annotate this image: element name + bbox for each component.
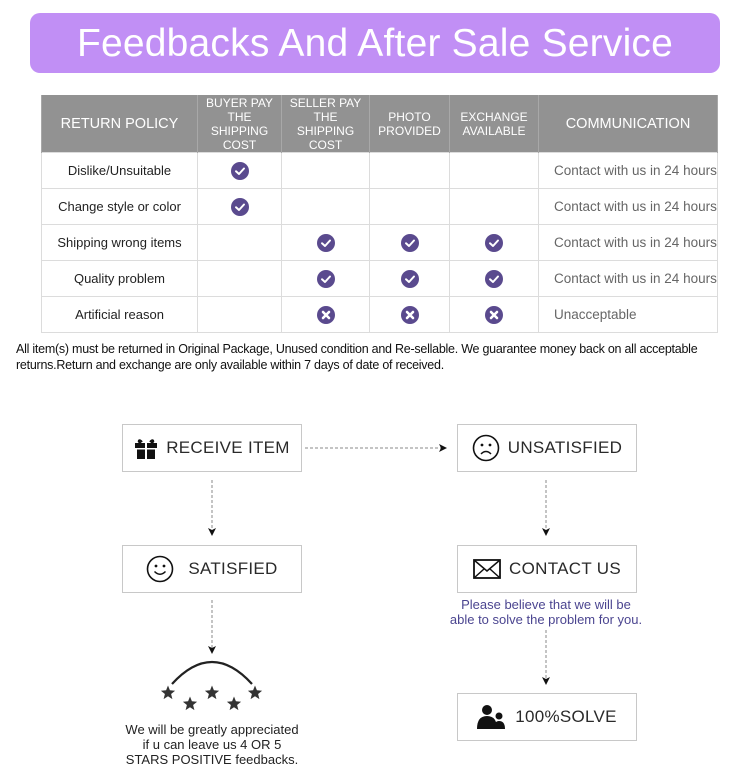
- envelope-icon: [473, 559, 501, 579]
- note-line: We will be greatly appreciated: [125, 722, 299, 737]
- solve-label: 100%SOLVE: [515, 707, 617, 726]
- note-line: if u can leave us 4 OR 5: [142, 737, 282, 752]
- note-line: Please believe that we will be: [461, 597, 631, 612]
- satisfied-box: SATISFIED: [122, 545, 302, 593]
- solve-box: 100%SOLVE: [457, 693, 637, 741]
- contact-note: Please believe that we will be able to s…: [440, 597, 652, 627]
- unsatisfied-box: UNSATISFIED: [457, 424, 637, 472]
- contact-us-label: CONTACT US: [509, 559, 621, 578]
- receive-item-label: RECEIVE ITEM: [166, 438, 290, 457]
- note-line: STARS POSITIVE feedbacks.: [125, 752, 299, 767]
- note-line: able to solve the problem for you.: [449, 612, 643, 627]
- receive-item-box: RECEIVE ITEM: [122, 424, 302, 472]
- users-icon: [477, 705, 506, 729]
- unsatisfied-label: UNSATISFIED: [507, 438, 623, 457]
- sad-face-icon: [472, 434, 500, 462]
- satisfied-label: SATISFIED: [188, 559, 278, 578]
- feedback-note: We will be greatly appreciated if u can …: [112, 722, 312, 767]
- gift-icon: [135, 439, 158, 459]
- contact-us-box: CONTACT US: [457, 545, 637, 593]
- flow-connectors: [208, 444, 550, 685]
- smiley-face-icon: [147, 555, 174, 583]
